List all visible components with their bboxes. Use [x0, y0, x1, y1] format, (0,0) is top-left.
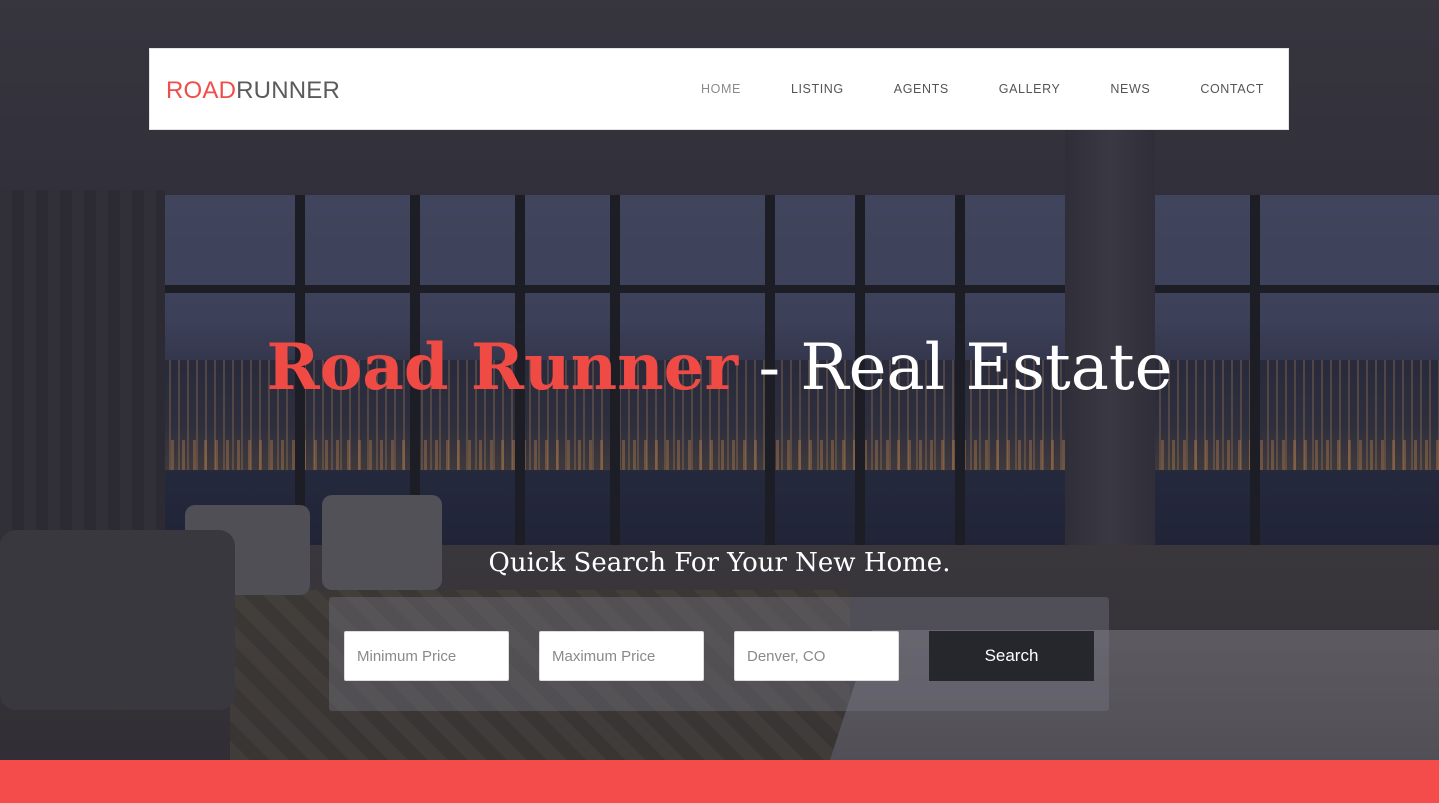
nav-item-home[interactable]: HOME: [701, 82, 741, 96]
nav-item-gallery[interactable]: GALLERY: [999, 82, 1061, 96]
brand-logo-part-2: RUNNER: [236, 77, 341, 104]
brand-logo-part-1: ROAD: [166, 77, 237, 104]
main-nav: HOME LISTING AGENTS GALLERY NEWS CONTACT: [651, 82, 1264, 96]
hero-title-rest: - Real Estate: [738, 331, 1173, 405]
hero-subtitle: Quick Search For Your New Home.: [488, 548, 951, 578]
nav-item-news[interactable]: NEWS: [1110, 82, 1150, 96]
quick-search-form: Search: [329, 597, 1109, 711]
nav-item-contact[interactable]: CONTACT: [1200, 82, 1264, 96]
location-input[interactable]: [734, 631, 899, 681]
search-button[interactable]: Search: [929, 631, 1094, 681]
nav-item-listing[interactable]: LISTING: [791, 82, 844, 96]
min-price-input[interactable]: [344, 631, 509, 681]
hero-title-highlight: Road Runner: [266, 330, 739, 405]
brand-logo[interactable]: ROADRUNNER: [166, 77, 340, 105]
nav-item-agents[interactable]: AGENTS: [894, 82, 949, 96]
hero-title: Road Runner - Real Estate: [0, 330, 1439, 406]
navbar: ROADRUNNER HOME LISTING AGENTS GALLERY N…: [149, 48, 1289, 130]
footer-band: [0, 760, 1439, 803]
max-price-input[interactable]: [539, 631, 704, 681]
